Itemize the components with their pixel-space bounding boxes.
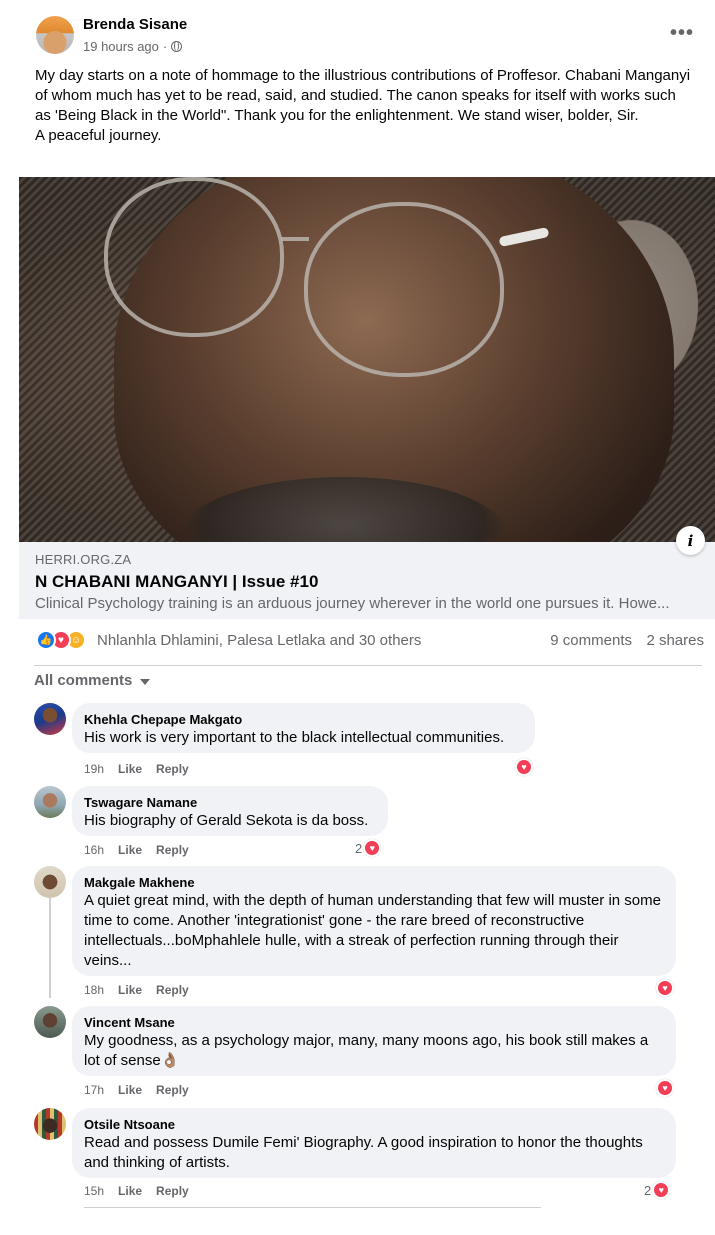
reaction-icons[interactable]: 👍 ♥ ☺ [36,630,96,650]
author-avatar[interactable] [36,16,74,54]
comment-reply-button[interactable]: Reply [156,843,189,857]
comment-time[interactable]: 19h [84,762,104,776]
link-domain: HERRI.ORG.ZA [35,552,132,567]
heart-icon: ♥ [656,979,674,997]
comment-bubble: Khehla Chepape Makgato His work is very … [72,703,535,753]
commenter-avatar[interactable] [34,866,66,898]
comment-like-button[interactable]: Like [118,843,142,857]
comment-reactions[interactable]: ♥ [655,1079,674,1097]
comment-text: His work is very important to the black … [84,729,505,746]
comment-time[interactable]: 18h [84,983,104,997]
thread-line [49,898,51,998]
comment-author[interactable]: Makgale Makhene [84,874,664,891]
comment-reactions[interactable]: 2 ♥ [355,839,382,857]
comment-reaction-count: 2 [355,840,363,856]
comment-actions: 19h Like Reply [84,762,189,776]
post-meta: 19 hours ago · [83,39,183,54]
link-title[interactable]: N CHABANI MANGANYI | Issue #10 [35,572,318,592]
comment-author[interactable]: Otsile Ntsoane [84,1116,664,1133]
comment-reply-button[interactable]: Reply [156,1083,189,1097]
comment-reactions[interactable]: ♥ [655,979,674,997]
shares-count[interactable]: 2 shares [646,632,704,649]
more-options-icon[interactable]: ••• [670,22,694,45]
comment-actions: 15h Like Reply [84,1184,189,1198]
comment-author[interactable]: Khehla Chepape Makgato [84,711,523,728]
comments-count[interactable]: 9 comments [550,632,632,649]
reactions-bar: 👍 ♥ ☺ Nhlanhla Dhlamini, Palesa Letlaka … [36,628,704,652]
comment-text: My goodness, as a psychology major, many… [84,1032,649,1069]
comments-filter-dropdown[interactable]: All comments [34,672,151,689]
commenter-avatar[interactable] [34,786,66,818]
comment-reply-button[interactable]: Reply [156,762,189,776]
comment-actions: 18h Like Reply [84,983,189,997]
glasses-right-lens [304,202,504,377]
heart-icon: ♥ [363,839,382,857]
like-reaction-icon: 👍 [36,630,56,650]
comments-filter-label: All comments [34,672,133,689]
globe-icon[interactable] [171,41,183,52]
comment-like-button[interactable]: Like [118,762,142,776]
glasses-left-lens [104,177,284,337]
divider [84,1207,541,1208]
commenter-avatar[interactable] [34,703,66,735]
comment-time[interactable]: 15h [84,1184,104,1198]
link-preview-footer[interactable]: HERRI.ORG.ZA N CHABANI MANGANYI | Issue … [19,542,715,619]
commenter-avatar[interactable] [34,1108,66,1140]
comment-bubble: Tswagare Namane His biography of Gerald … [72,786,388,836]
comment-reaction-count: 2 [644,1182,652,1198]
comment-bubble: Otsile Ntsoane Read and possess Dumile F… [72,1108,676,1178]
comment-like-button[interactable]: Like [118,1184,142,1198]
comment-author[interactable]: Tswagare Namane [84,794,376,811]
caret-down-icon [140,679,151,685]
comment-reply-button[interactable]: Reply [156,1184,189,1198]
post-time[interactable]: 19 hours ago [83,39,159,54]
comment-author[interactable]: Vincent Msane [84,1014,664,1031]
divider [34,665,702,666]
heart-icon: ♥ [652,1181,671,1199]
comment-actions: 16h Like Reply [84,843,189,857]
heart-icon: ♥ [656,1079,674,1097]
reaction-names[interactable]: Nhlanhla Dhlamini, Palesa Letlaka and 30… [97,632,421,649]
comment-reply-button[interactable]: Reply [156,983,189,997]
heart-icon: ♥ [515,758,533,776]
comment-bubble: Vincent Msane My goodness, as a psycholo… [72,1006,676,1076]
comment-text: Read and possess Dumile Femi' Biography.… [84,1134,643,1171]
author-name[interactable]: Brenda Sisane [83,16,187,33]
meta-separator: · [162,39,168,54]
comment-reactions[interactable]: 2 ♥ [644,1181,671,1199]
comment-time[interactable]: 17h [84,1083,104,1097]
comment-time[interactable]: 16h [84,843,104,857]
comment-text: A quiet great mind, with the depth of hu… [84,892,661,969]
post-body-text: My day starts on a note of hommage to th… [35,67,691,144]
info-icon[interactable]: i [676,526,705,555]
comment-like-button[interactable]: Like [118,983,142,997]
comment-actions: 17h Like Reply [84,1083,189,1097]
comment-bubble: Makgale Makhene A quiet great mind, with… [72,866,676,976]
link-preview-image[interactable] [19,177,715,542]
comment-reactions[interactable]: ♥ [514,758,533,776]
link-description: Clinical Psychology training is an arduo… [35,595,670,612]
commenter-avatar[interactable] [34,1006,66,1038]
glasses-bridge [281,237,309,241]
comment-text: His biography of Gerald Sekota is da bos… [84,812,369,829]
post-header: Brenda Sisane 19 hours ago · ••• [36,14,706,58]
comment-like-button[interactable]: Like [118,1083,142,1097]
